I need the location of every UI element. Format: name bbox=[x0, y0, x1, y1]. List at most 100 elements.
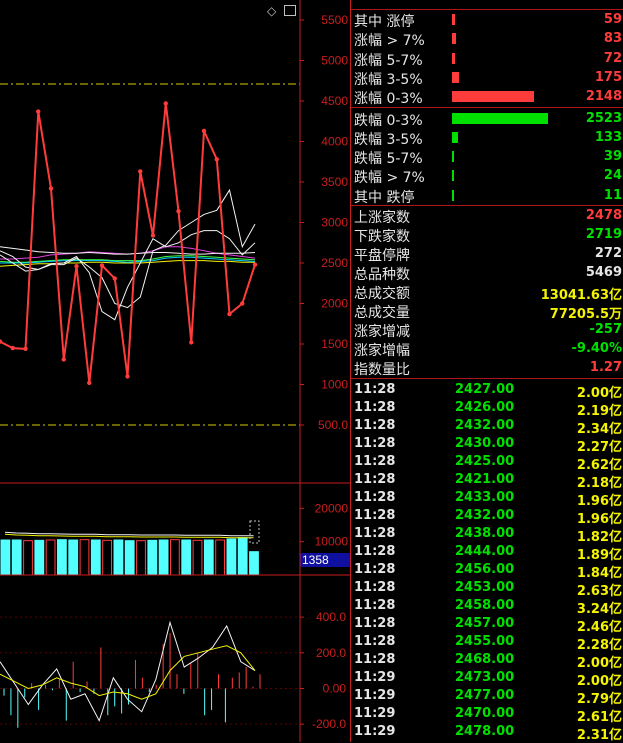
distribution-value: 133 bbox=[594, 129, 622, 145]
distribution-row[interactable]: 跌幅 0-3% 2523 bbox=[351, 109, 623, 129]
distribution-value: 175 bbox=[594, 69, 622, 85]
volume-bar bbox=[136, 540, 146, 576]
tick-price: 2473.00 bbox=[455, 670, 515, 685]
distribution-row[interactable]: 跌幅 5-7% 39 bbox=[351, 147, 623, 167]
summary-row: 下跌家数 2719 bbox=[351, 225, 623, 245]
series-point bbox=[125, 374, 130, 379]
volume-bar bbox=[0, 539, 11, 576]
distribution-row[interactable]: 涨幅 3-5% 175 bbox=[351, 68, 623, 88]
distribution-bar bbox=[452, 131, 458, 143]
tick-row[interactable]: 11:29 2473.00 2.00亿 bbox=[351, 669, 623, 689]
tick-price: 2432.00 bbox=[455, 418, 515, 433]
summary-value: 1.27 bbox=[589, 360, 622, 375]
distribution-row[interactable]: 涨幅 5-7% 72 bbox=[351, 49, 623, 69]
tick-time: 11:28 bbox=[354, 580, 396, 595]
summary-row: 总成交额 13041.63亿 bbox=[351, 282, 623, 303]
tick-row[interactable]: 11:28 2433.00 1.96亿 bbox=[351, 489, 623, 509]
tick-row[interactable]: 11:28 2432.00 2.34亿 bbox=[351, 417, 623, 437]
series-line bbox=[0, 188, 256, 309]
distribution-bar bbox=[452, 151, 454, 163]
series-point bbox=[36, 109, 41, 114]
y-tick-label: 5500 bbox=[321, 13, 348, 27]
tick-row[interactable]: 11:28 2427.00 2.00亿 bbox=[351, 381, 623, 401]
tick-row[interactable]: 11:28 2425.00 2.62亿 bbox=[351, 453, 623, 473]
tick-row[interactable]: 11:28 2438.00 1.82亿 bbox=[351, 525, 623, 545]
tick-row[interactable]: 11:28 2468.00 2.00亿 bbox=[351, 651, 623, 671]
distribution-label: 涨幅 0-3% bbox=[354, 91, 423, 108]
tick-row[interactable]: 11:28 2426.00 2.19亿 bbox=[351, 399, 623, 419]
series-point bbox=[227, 311, 232, 317]
volume-bar bbox=[192, 539, 203, 576]
tick-price: 2457.00 bbox=[455, 616, 515, 631]
volume-bar bbox=[249, 551, 259, 576]
distribution-bar bbox=[452, 14, 455, 25]
y-tick-label: 2000 bbox=[321, 297, 348, 311]
tick-row[interactable]: 11:28 2456.00 1.84亿 bbox=[351, 561, 623, 581]
tick-row[interactable]: 11:28 2457.00 2.46亿 bbox=[351, 615, 623, 635]
tick-amount: 2.31亿 bbox=[576, 728, 622, 743]
summary-label: 上涨家数 bbox=[354, 210, 410, 226]
distribution-bar bbox=[452, 189, 454, 201]
summary-value: 5469 bbox=[585, 265, 622, 280]
series-point bbox=[138, 169, 143, 174]
distribution-row[interactable]: 跌幅 3-5% 133 bbox=[351, 128, 623, 148]
summary-value: -9.40% bbox=[571, 341, 623, 356]
tick-time: 11:29 bbox=[354, 688, 396, 703]
summary-row: 涨家增幅 -9.40% bbox=[351, 339, 623, 359]
distribution-row[interactable]: 涨幅 > 7% 83 bbox=[351, 29, 623, 49]
tick-row[interactable]: 11:29 2478.00 2.31亿 bbox=[351, 723, 623, 743]
tick-row[interactable]: 11:28 2421.00 2.18亿 bbox=[351, 471, 623, 491]
volume-bar bbox=[203, 539, 214, 576]
y-tick-label: 1000 bbox=[321, 378, 348, 392]
summary-row: 平盘停牌 272 bbox=[351, 244, 623, 264]
y-tick-label: 500.0 bbox=[318, 418, 348, 432]
tick-time: 11:28 bbox=[354, 454, 396, 469]
volume-bar bbox=[11, 539, 22, 576]
tick-time: 11:28 bbox=[354, 490, 396, 505]
volume-bar bbox=[215, 539, 225, 576]
tick-row[interactable]: 11:28 2430.00 2.27亿 bbox=[351, 435, 623, 455]
tick-row[interactable]: 11:29 2470.00 2.61亿 bbox=[351, 705, 623, 725]
y-tick-label: 5000 bbox=[321, 54, 348, 68]
summary-value: 272 bbox=[594, 246, 622, 261]
tick-row[interactable]: 11:29 2477.00 2.79亿 bbox=[351, 687, 623, 707]
diamond-icon[interactable]: ◇ bbox=[267, 4, 276, 18]
distribution-row[interactable]: 其中 跌停 11 bbox=[351, 186, 623, 206]
summary-value: 2719 bbox=[585, 227, 622, 242]
summary-row: 总品种数 5469 bbox=[351, 263, 623, 283]
tick-time: 11:28 bbox=[354, 400, 396, 415]
series-point bbox=[10, 345, 15, 351]
y-tick-label: 3500 bbox=[321, 175, 348, 189]
distribution-bar bbox=[452, 170, 454, 182]
tick-row[interactable]: 11:28 2444.00 1.89亿 bbox=[351, 543, 623, 563]
tick-price: 2425.00 bbox=[455, 454, 515, 469]
volume-bar bbox=[23, 540, 33, 576]
distribution-value: 83 bbox=[603, 31, 622, 47]
distribution-bar bbox=[452, 33, 456, 45]
series-point bbox=[214, 157, 219, 162]
summary-label: 总成交量 bbox=[354, 305, 410, 321]
distribution-value: 2148 bbox=[585, 89, 622, 105]
tick-row[interactable]: 11:28 2453.00 2.63亿 bbox=[351, 579, 623, 599]
panel-separator bbox=[351, 107, 623, 108]
tick-row[interactable]: 11:28 2458.00 3.24亿 bbox=[351, 597, 623, 617]
tick-time: 11:28 bbox=[354, 598, 396, 613]
panel-separator bbox=[351, 9, 623, 10]
window-toggle-icon[interactable] bbox=[284, 5, 296, 16]
series-point bbox=[112, 276, 117, 281]
summary-value: 2478 bbox=[585, 208, 622, 223]
tick-price: 2438.00 bbox=[455, 526, 515, 541]
tick-price: 2430.00 bbox=[455, 436, 515, 451]
series-line bbox=[0, 103, 256, 384]
distribution-row[interactable]: 跌幅 > 7% 24 bbox=[351, 166, 623, 187]
summary-label: 涨家增减 bbox=[354, 324, 410, 340]
distribution-row[interactable]: 涨幅 0-3% 2148 bbox=[351, 87, 623, 108]
tick-row[interactable]: 11:28 2455.00 2.28亿 bbox=[351, 633, 623, 653]
tick-row[interactable]: 11:28 2432.00 1.96亿 bbox=[351, 507, 623, 527]
volume-bar bbox=[68, 539, 79, 576]
distribution-label: 跌幅 > 7% bbox=[354, 170, 425, 187]
volume-bar bbox=[124, 540, 135, 576]
series-point bbox=[150, 233, 156, 238]
distribution-row[interactable]: 其中 涨停 59 bbox=[351, 10, 623, 30]
summary-label: 总成交额 bbox=[354, 286, 410, 302]
